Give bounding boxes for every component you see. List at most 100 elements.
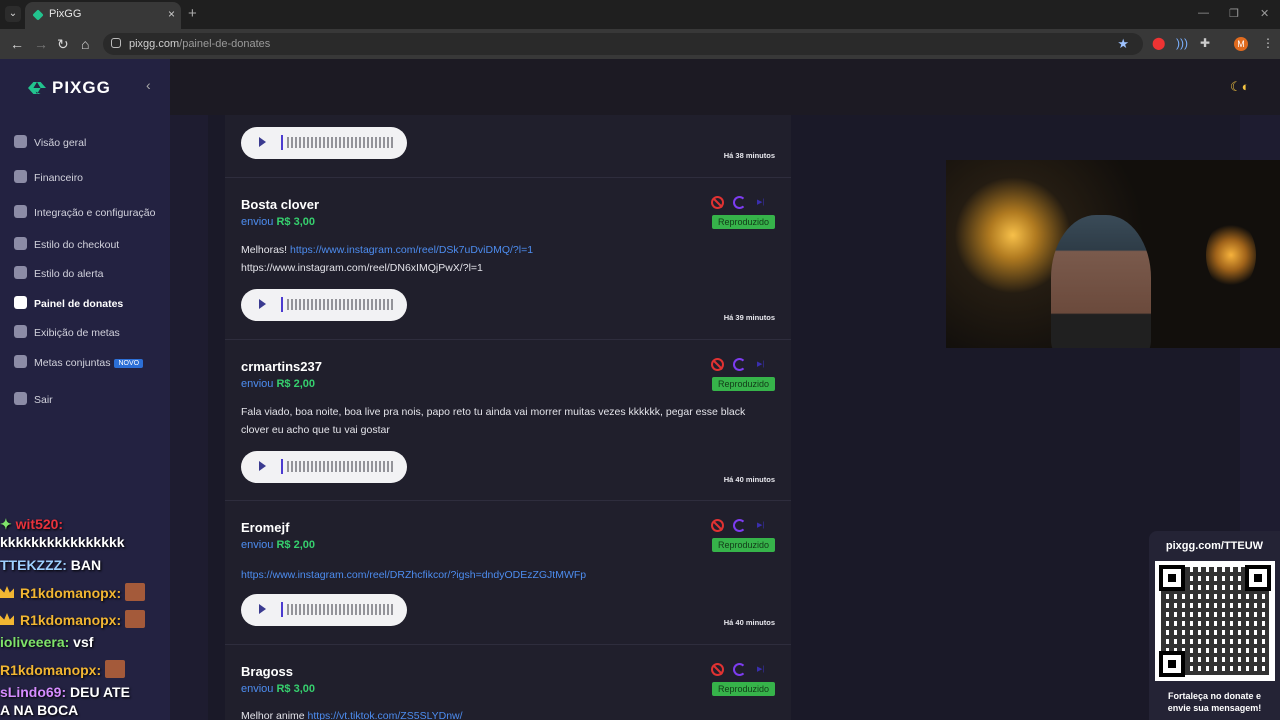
tab-title: PixGG bbox=[49, 8, 82, 20]
cast-icon[interactable]: ))) bbox=[1176, 36, 1188, 50]
top-bar bbox=[170, 59, 1280, 115]
donor-name: Eromejf bbox=[241, 520, 290, 535]
chat-text: A NA BOCA bbox=[0, 702, 79, 718]
block-icon[interactable] bbox=[711, 663, 724, 676]
chat-message: R1kdomanopx: bbox=[0, 660, 126, 678]
message-link[interactable]: https://www.instagram.com/reel/DSk7uDviD… bbox=[290, 244, 533, 256]
audio-player[interactable] bbox=[241, 289, 407, 321]
play-icon[interactable] bbox=[259, 299, 266, 309]
logout-icon bbox=[14, 392, 27, 405]
screen: ⌄ PixGG × + — ❐ ✕ ← → ↻ ⌂ pixgg.com/pain… bbox=[0, 0, 1280, 720]
stream-chat-overlay: ✦ wit520: kkkkkkkkkkkkkkkk TTEKZZZ: BAN … bbox=[0, 492, 170, 720]
chat-user: wit520: bbox=[15, 516, 64, 532]
play-icon[interactable] bbox=[259, 137, 266, 147]
logo-text: PIXGG bbox=[52, 78, 111, 97]
collapse-sidebar-icon[interactable]: ‹ bbox=[146, 77, 151, 93]
sidebar-item-exibicao-metas[interactable]: Exibição de metas bbox=[14, 325, 120, 339]
extensions-puzzle-icon[interactable]: ✚ bbox=[1200, 36, 1210, 50]
play-icon[interactable] bbox=[259, 604, 266, 614]
message-link[interactable]: https://www.instagram.com/reel/DRZhcfikc… bbox=[241, 569, 586, 581]
browser-menu-icon[interactable]: ⋮ bbox=[1262, 36, 1274, 50]
chat-message: sLindo69: DEU ATE bbox=[0, 684, 130, 700]
donation-card: Bosta clover enviou R$ 3,00 ▶| Reproduzi… bbox=[225, 178, 791, 340]
restore-icon[interactable]: ❐ bbox=[1229, 7, 1239, 20]
status-badge: Reproduzido bbox=[711, 682, 775, 696]
skip-icon[interactable]: ▶| bbox=[757, 360, 764, 368]
block-icon[interactable] bbox=[711, 519, 724, 532]
message-text: https://www.instagram.com/reel/DN6xIMQjP… bbox=[241, 262, 483, 274]
sidebar-item-sair[interactable]: Sair bbox=[14, 392, 53, 406]
emote-icon bbox=[125, 583, 146, 601]
tab-close-icon[interactable]: × bbox=[168, 2, 175, 27]
sidebar-item-visao-geral[interactable]: Visão geral bbox=[14, 135, 86, 149]
sidebar-item-financeiro[interactable]: Financeiro bbox=[14, 170, 83, 184]
sidebar-item-painel-donates[interactable]: Painel de donates bbox=[14, 296, 123, 310]
block-icon[interactable] bbox=[711, 196, 724, 209]
donation-message: Melhoras! https://www.instagram.com/reel… bbox=[241, 241, 771, 277]
donation-card: Eromejf enviou R$ 2,00 ▶| Reproduzido ht… bbox=[225, 501, 791, 645]
close-window-icon[interactable]: ✕ bbox=[1260, 7, 1269, 20]
audio-player[interactable] bbox=[241, 594, 407, 626]
message-link[interactable]: https://vt.tiktok.com/ZS5SLYDnw/ bbox=[308, 710, 463, 720]
status-badge: Reproduzido bbox=[711, 538, 775, 552]
webcam-lamp bbox=[1206, 220, 1256, 290]
skip-icon[interactable]: ▶| bbox=[757, 198, 764, 206]
audio-waveform[interactable] bbox=[287, 299, 393, 310]
pixgg-logo-icon bbox=[28, 82, 46, 94]
audio-player[interactable] bbox=[241, 127, 407, 159]
message-text: Melhoras! bbox=[241, 244, 291, 256]
skip-icon[interactable]: ▶| bbox=[757, 665, 764, 673]
donor-name: Bosta clover bbox=[241, 197, 320, 212]
chat-user: sLindo69: bbox=[0, 684, 67, 700]
donation-amount: R$ 3,00 bbox=[276, 683, 316, 695]
site-info-icon[interactable] bbox=[111, 38, 121, 48]
audio-cursor bbox=[281, 135, 283, 150]
play-icon[interactable] bbox=[259, 461, 266, 471]
hand-coin-icon bbox=[14, 296, 27, 309]
sidebar-item-label: Exibição de metas bbox=[34, 327, 120, 339]
sidebar-item-label: Estilo do checkout bbox=[34, 239, 120, 251]
sidebar-item-label: Financeiro bbox=[34, 172, 84, 184]
sidebar-item-estilo-alerta[interactable]: Estilo do alerta bbox=[14, 266, 103, 280]
donor-name: crmartins237 bbox=[241, 359, 322, 374]
bookmark-star-icon[interactable]: ★ bbox=[1117, 33, 1129, 55]
chat-user: R1kdomanopx: bbox=[20, 585, 122, 601]
audio-waveform[interactable] bbox=[287, 461, 393, 472]
audio-waveform[interactable] bbox=[287, 604, 393, 615]
tab-search-icon[interactable]: ⌄ bbox=[5, 6, 21, 22]
browser-tab[interactable]: PixGG × bbox=[25, 2, 181, 29]
audio-cursor bbox=[281, 602, 283, 617]
theme-toggle-icon[interactable]: ☾◐ bbox=[1230, 79, 1250, 95]
chat-text: BAN bbox=[70, 557, 102, 573]
pixgg-logo[interactable]: PIXGG bbox=[28, 78, 111, 98]
skip-icon[interactable]: ▶| bbox=[757, 521, 764, 529]
chat-message: R1kdomanopx: bbox=[0, 583, 146, 601]
extension-icon[interactable]: ⬤ bbox=[1152, 36, 1165, 50]
new-tab-icon[interactable]: + bbox=[188, 5, 197, 22]
home-icon bbox=[14, 135, 27, 148]
address-bar[interactable]: pixgg.com/painel-de-donates ★ bbox=[103, 33, 1143, 55]
home-icon[interactable]: ⌂ bbox=[81, 36, 89, 52]
forward-icon[interactable]: → bbox=[34, 36, 48, 52]
sidebar-item-estilo-checkout[interactable]: Estilo do checkout bbox=[14, 237, 119, 251]
audio-waveform[interactable] bbox=[287, 137, 393, 148]
audio-player[interactable] bbox=[241, 451, 407, 483]
replay-icon[interactable] bbox=[733, 196, 746, 209]
sidebar-item-metas-conjuntas[interactable]: Metas conjuntas NOVO bbox=[14, 355, 144, 369]
emote-icon bbox=[105, 660, 126, 678]
document-icon bbox=[14, 205, 27, 218]
donation-actions: ▶| bbox=[711, 519, 775, 533]
new-badge: NOVO bbox=[114, 359, 144, 368]
profile-avatar[interactable]: M bbox=[1234, 37, 1248, 51]
minimize-icon[interactable]: — bbox=[1198, 7, 1209, 19]
replay-icon[interactable] bbox=[733, 663, 746, 676]
replay-icon[interactable] bbox=[733, 358, 746, 371]
sent-label: enviou bbox=[241, 378, 274, 390]
sidebar-item-integracao[interactable]: Integração e configuração bbox=[14, 205, 155, 219]
block-icon[interactable] bbox=[711, 358, 724, 371]
replay-icon[interactable] bbox=[733, 519, 746, 532]
donation-time: Há 38 minutos bbox=[723, 151, 775, 160]
reload-icon[interactable]: ↻ bbox=[57, 36, 69, 53]
back-icon[interactable]: ← bbox=[10, 36, 24, 52]
qr-code bbox=[1155, 561, 1275, 681]
